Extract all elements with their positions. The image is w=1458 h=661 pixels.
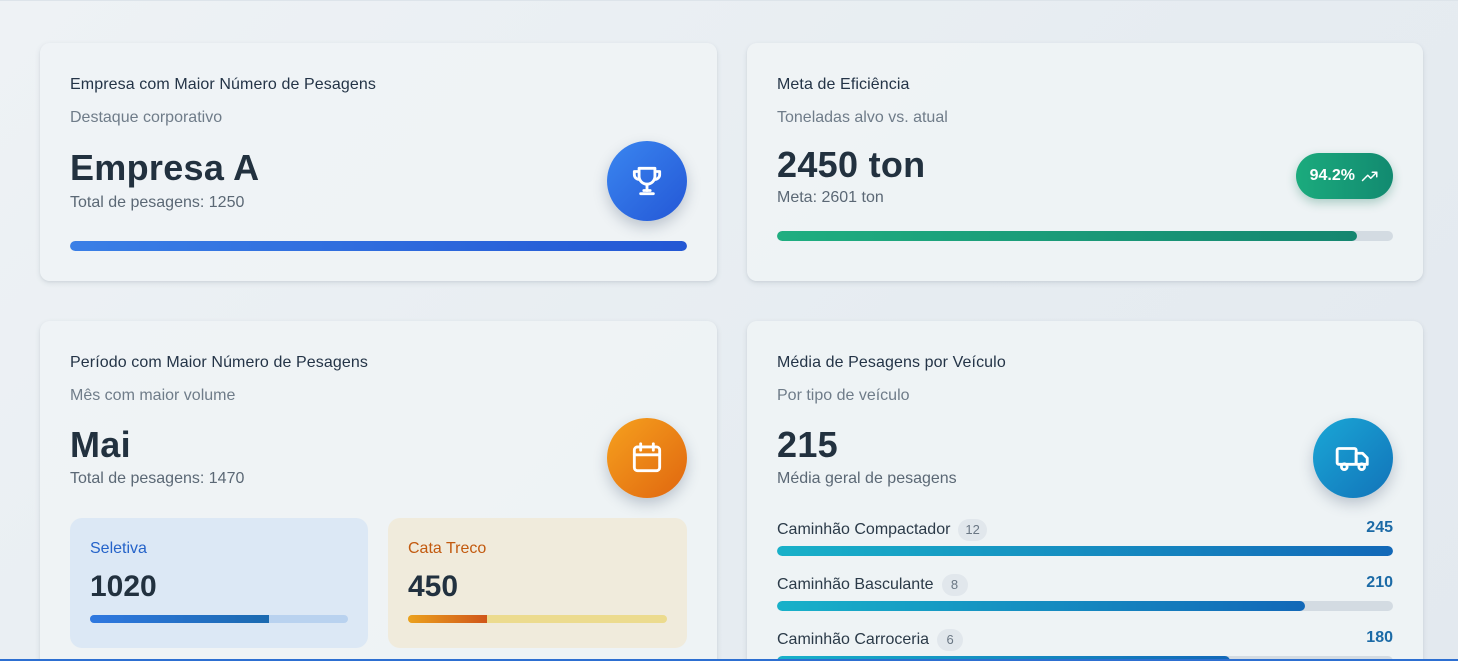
vehicle-count-badge: 6 [937, 629, 964, 651]
vehicle-value: 245 [1366, 519, 1393, 536]
top-period-month: Mai [70, 424, 131, 465]
card-title: Empresa com Maior Número de Pesagens [70, 76, 376, 93]
vehicle-average-value: 215 [777, 424, 838, 465]
efficiency-progress [777, 231, 1393, 241]
vehicle-average-caption: Média geral de pesagens [777, 470, 957, 487]
efficiency-percent: 94.2% [1309, 167, 1355, 184]
vehicle-progress-fill [777, 601, 1305, 611]
breakdown-value: 450 [408, 570, 459, 603]
top-company-progress-fill [70, 241, 687, 251]
top-company-card: Empresa com Maior Número de Pesagens Des… [40, 43, 717, 281]
vehicle-row: Caminhão Compactador 12 245 [777, 519, 1393, 563]
vehicle-count-badge: 8 [941, 574, 968, 596]
vehicle-name: Caminhão Compactador [777, 521, 951, 538]
breakdown-label: Cata Treco [408, 540, 487, 557]
calendar-icon [607, 418, 687, 498]
breakdown-progress [408, 615, 667, 623]
top-company-name: Empresa A [70, 147, 260, 188]
card-title: Média de Pesagens por Veículo [777, 354, 1006, 371]
card-subtitle: Mês com maior volume [70, 387, 236, 404]
top-period-total: Total de pesagens: 1470 [70, 470, 245, 487]
card-title: Período com Maior Número de Pesagens [70, 354, 368, 371]
vehicle-row: Caminhão Carroceria 6 180 [777, 629, 1393, 661]
card-subtitle: Destaque corporativo [70, 109, 223, 126]
efficiency-badge: 94.2% [1295, 153, 1393, 199]
efficiency-target: Meta: 2601 ton [777, 189, 884, 206]
vehicle-name: Caminhão Carroceria [777, 631, 930, 648]
trending-up-icon [1361, 171, 1378, 182]
breakdown-value: 1020 [90, 570, 157, 603]
vehicle-name: Caminhão Basculante [777, 576, 934, 593]
breakdown-progress [90, 615, 348, 623]
card-subtitle: Por tipo de veículo [777, 387, 910, 404]
efficiency-current-value: 2450 ton [777, 144, 926, 185]
efficiency-card: Meta de Eficiência Toneladas alvo vs. at… [747, 43, 1423, 281]
breakdown-seletiva: Seletiva 1020 [70, 518, 368, 648]
top-company-progress [70, 241, 687, 251]
vehicle-progress-fill [777, 546, 1393, 556]
vehicle-progress [777, 601, 1393, 611]
breakdown-label: Seletiva [90, 540, 147, 557]
vehicle-average-card: Média de Pesagens por Veículo Por tipo d… [747, 321, 1423, 661]
dashboard-page: Empresa com Maior Número de Pesagens Des… [0, 0, 1458, 661]
card-title: Meta de Eficiência [777, 76, 910, 93]
trophy-icon [607, 141, 687, 221]
breakdown-cata-treco: Cata Treco 450 [388, 518, 687, 648]
breakdown-progress-fill [90, 615, 270, 623]
vehicle-count-badge: 12 [958, 519, 987, 541]
top-company-total: Total de pesagens: 1250 [70, 194, 245, 211]
breakdown-progress-fill [408, 615, 488, 623]
truck-icon [1313, 418, 1393, 498]
vehicle-progress [777, 546, 1393, 556]
efficiency-progress-fill [777, 231, 1358, 241]
vehicle-row: Caminhão Basculante 8 210 [777, 574, 1393, 618]
vehicle-value: 180 [1366, 629, 1393, 646]
card-subtitle: Toneladas alvo vs. atual [777, 109, 948, 126]
top-period-card: Período com Maior Número de Pesagens Mês… [40, 321, 717, 661]
vehicle-value: 210 [1366, 574, 1393, 591]
